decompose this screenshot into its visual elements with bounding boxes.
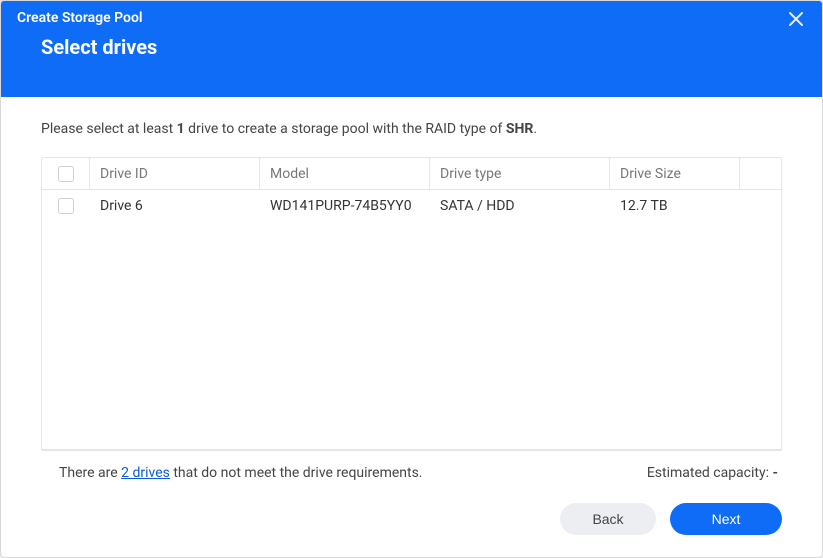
row-checkbox[interactable] <box>58 198 74 214</box>
footer-info: There are 2 drives that do not meet the … <box>41 451 782 481</box>
step-title: Select drives <box>1 35 822 77</box>
noncompliant-pre: There are <box>59 465 121 481</box>
select-all-cell <box>42 158 90 189</box>
estimated-capacity-label: Estimated capacity: <box>647 465 773 481</box>
create-storage-pool-dialog: Create Storage Pool Select drives Please… <box>0 0 823 558</box>
back-button[interactable]: Back <box>560 503 656 535</box>
col-header-drive-size[interactable]: Drive Size <box>610 158 740 189</box>
next-button[interactable]: Next <box>670 503 782 535</box>
table-row[interactable]: Drive 6 WD141PURP-74B5YY0 SATA / HDD 12.… <box>42 190 781 222</box>
row-checkbox-cell <box>42 190 90 222</box>
prompt-pre: Please select at least <box>41 121 177 137</box>
estimated-capacity: Estimated capacity: - <box>647 465 778 481</box>
cell-drive-size: 12.7 TB <box>610 190 740 222</box>
prompt-mid: drive to create a storage pool with the … <box>185 121 506 137</box>
col-header-drive-id[interactable]: Drive ID <box>90 158 260 189</box>
prompt-raid: SHR <box>506 121 533 137</box>
cell-spacer <box>740 190 781 222</box>
col-header-drive-type[interactable]: Drive type <box>430 158 610 189</box>
dialog-actions: Back Next <box>1 481 822 557</box>
table-body: Drive 6 WD141PURP-74B5YY0 SATA / HDD 12.… <box>42 190 781 450</box>
prompt-count: 1 <box>177 121 185 137</box>
window-title: Create Storage Pool <box>17 10 143 26</box>
select-all-checkbox[interactable] <box>58 166 74 182</box>
cell-model: WD141PURP-74B5YY0 <box>260 190 430 222</box>
cell-drive-type: SATA / HDD <box>430 190 610 222</box>
drives-table: Drive ID Model Drive type Drive Size Dri… <box>41 157 782 451</box>
cell-drive-id: Drive 6 <box>90 190 260 222</box>
noncompliant-post: that do not meet the drive requirements. <box>170 465 423 481</box>
col-header-spacer <box>740 158 781 189</box>
col-header-model[interactable]: Model <box>260 158 430 189</box>
noncompliant-drives-note: There are 2 drives that do not meet the … <box>59 465 423 481</box>
prompt-post: . <box>533 121 537 137</box>
close-icon[interactable] <box>786 9 806 29</box>
noncompliant-link[interactable]: 2 drives <box>121 465 170 481</box>
estimated-capacity-value: - <box>772 465 778 481</box>
dialog-header: Create Storage Pool Select drives <box>1 1 822 97</box>
dialog-body: Please select at least 1 drive to create… <box>1 97 822 481</box>
prompt-text: Please select at least 1 drive to create… <box>41 121 782 137</box>
table-header: Drive ID Model Drive type Drive Size <box>42 158 781 190</box>
